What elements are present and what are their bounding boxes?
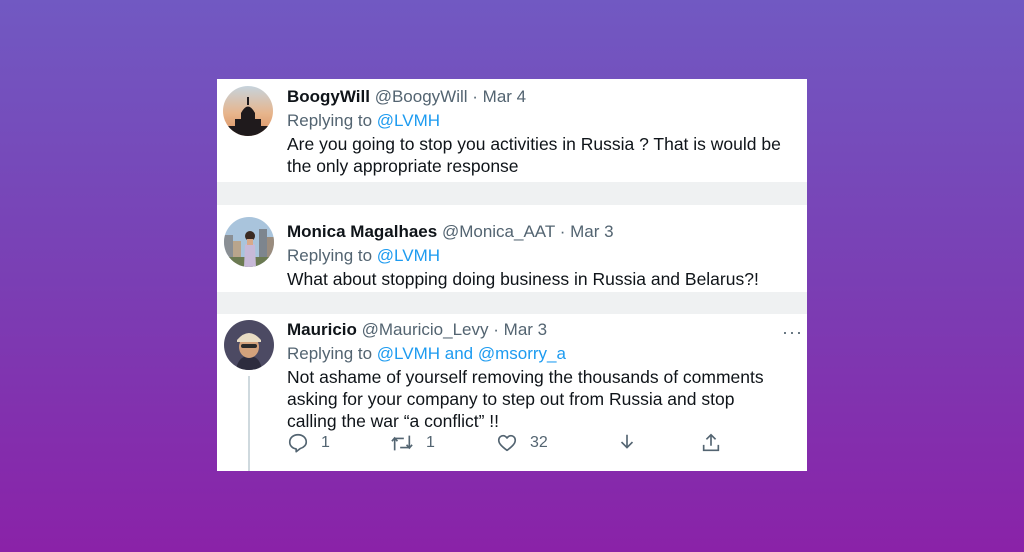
author-handle[interactable]: @BoogyWill bbox=[375, 87, 468, 106]
reply-icon bbox=[288, 433, 308, 453]
separator: · bbox=[559, 222, 566, 241]
author-handle[interactable]: @Mauricio_Levy bbox=[362, 320, 489, 339]
reply-count: 1 bbox=[321, 434, 330, 451]
tweet-date[interactable]: Mar 3 bbox=[570, 222, 613, 241]
share-icon bbox=[702, 433, 720, 452]
separator: · bbox=[472, 87, 478, 106]
avatar[interactable] bbox=[223, 86, 273, 136]
author-name[interactable]: Mauricio bbox=[287, 320, 357, 339]
tweet-content: Monica Magalhaes @Monica_AAT · Mar 3 Rep… bbox=[287, 221, 807, 290]
replies-panel: BoogyWill @BoogyWill · Mar 4 Replying to… bbox=[217, 79, 807, 471]
replying-to-link[interactable]: @LVMH and @msorry_a bbox=[377, 344, 566, 363]
tweet-content: Mauricio @Mauricio_Levy · Mar 3 Replying… bbox=[287, 319, 807, 432]
tweet-text: Not ashame of yourself removing the thou… bbox=[287, 367, 764, 431]
download-button[interactable] bbox=[616, 432, 638, 454]
avatar[interactable] bbox=[224, 320, 274, 370]
avatar-person-cap-image bbox=[224, 320, 274, 370]
author-name[interactable]: BoogyWill bbox=[287, 87, 370, 106]
avatar-city-photo-image bbox=[224, 217, 274, 267]
replying-to-link[interactable]: @LVMH bbox=[377, 246, 440, 265]
tweet-boogywill[interactable]: BoogyWill @BoogyWill · Mar 4 Replying to… bbox=[217, 79, 807, 182]
author-handle[interactable]: @Monica_AAT bbox=[442, 222, 555, 241]
replying-to-label: Replying to bbox=[287, 246, 373, 265]
retweet-icon bbox=[391, 435, 413, 451]
thread-line bbox=[248, 376, 250, 471]
reply-button[interactable]: 1 bbox=[287, 432, 330, 454]
heart-icon bbox=[497, 434, 517, 452]
author-name[interactable]: Monica Magalhaes bbox=[287, 222, 437, 241]
avatar[interactable] bbox=[224, 217, 274, 267]
action-bar: 1 1 32 bbox=[287, 432, 787, 456]
tweet-date[interactable]: Mar 3 bbox=[504, 320, 547, 339]
tweet-monica[interactable]: Monica Magalhaes @Monica_AAT · Mar 3 Rep… bbox=[217, 205, 807, 292]
tweet-header: Monica Magalhaes @Monica_AAT · Mar 3 bbox=[287, 221, 807, 243]
tweet-header: BoogyWill @BoogyWill · Mar 4 bbox=[287, 86, 807, 108]
divider bbox=[217, 292, 807, 314]
share-button[interactable] bbox=[700, 432, 722, 454]
retweet-button[interactable]: 1 bbox=[390, 432, 435, 454]
separator: · bbox=[493, 320, 499, 339]
replying-to-link[interactable]: @LVMH bbox=[377, 111, 440, 130]
replying-to-label: Replying to bbox=[287, 344, 373, 363]
tweet-text: Are you going to stop you activities in … bbox=[287, 134, 781, 176]
like-count: 32 bbox=[530, 434, 548, 451]
tweet-content: BoogyWill @BoogyWill · Mar 4 Replying to… bbox=[287, 86, 807, 177]
tweet-header: Mauricio @Mauricio_Levy · Mar 3 bbox=[287, 319, 807, 341]
replying-to-label: Replying to bbox=[287, 111, 373, 130]
divider bbox=[217, 182, 807, 205]
tweet-mauricio[interactable]: ··· Mauricio @Mauricio_Levy · Mar 3 Repl… bbox=[217, 314, 807, 471]
replying-to: Replying to @LVMH bbox=[287, 110, 807, 132]
replying-to: Replying to @LVMH and @msorry_a bbox=[287, 343, 807, 365]
replying-to: Replying to @LVMH bbox=[287, 245, 807, 267]
download-arrow-icon bbox=[620, 434, 634, 449]
like-button[interactable]: 32 bbox=[496, 432, 548, 454]
avatar-capitol-image bbox=[223, 86, 273, 136]
tweet-date[interactable]: Mar 4 bbox=[483, 87, 526, 106]
retweet-count: 1 bbox=[426, 434, 435, 451]
tweet-text: What about stopping doing business in Ru… bbox=[287, 269, 759, 289]
